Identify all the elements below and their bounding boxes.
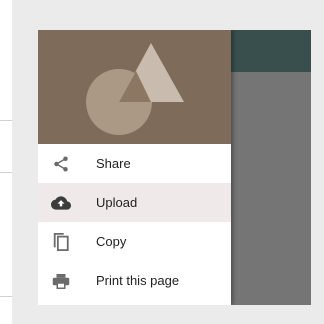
menu-item-label: Copy [96, 234, 127, 249]
print-icon [51, 271, 71, 291]
menu-item-label: Share [96, 156, 131, 171]
menu-item-share[interactable]: Share [38, 144, 231, 183]
menu-item-print[interactable]: Print this page [38, 261, 231, 300]
menu-item-copy[interactable]: Copy [38, 222, 231, 261]
divider [0, 172, 12, 173]
share-icon [51, 154, 71, 174]
app-frame: Share Upload Copy Print this page [38, 30, 311, 305]
menu-item-upload[interactable]: Upload [38, 183, 231, 222]
background-panel-edge [0, 0, 12, 324]
menu-item-label: Print this page [96, 273, 180, 288]
copy-icon [51, 232, 71, 252]
divider [0, 120, 12, 121]
divider [0, 296, 12, 297]
cloud-upload-icon [51, 193, 71, 213]
menu-item-label: Upload [96, 195, 138, 210]
drawer-header [38, 30, 231, 144]
shapes-illustration [86, 43, 184, 135]
drawer-menu: Share Upload Copy Print this page [38, 144, 231, 300]
navigation-drawer: Share Upload Copy Print this page [38, 30, 231, 305]
